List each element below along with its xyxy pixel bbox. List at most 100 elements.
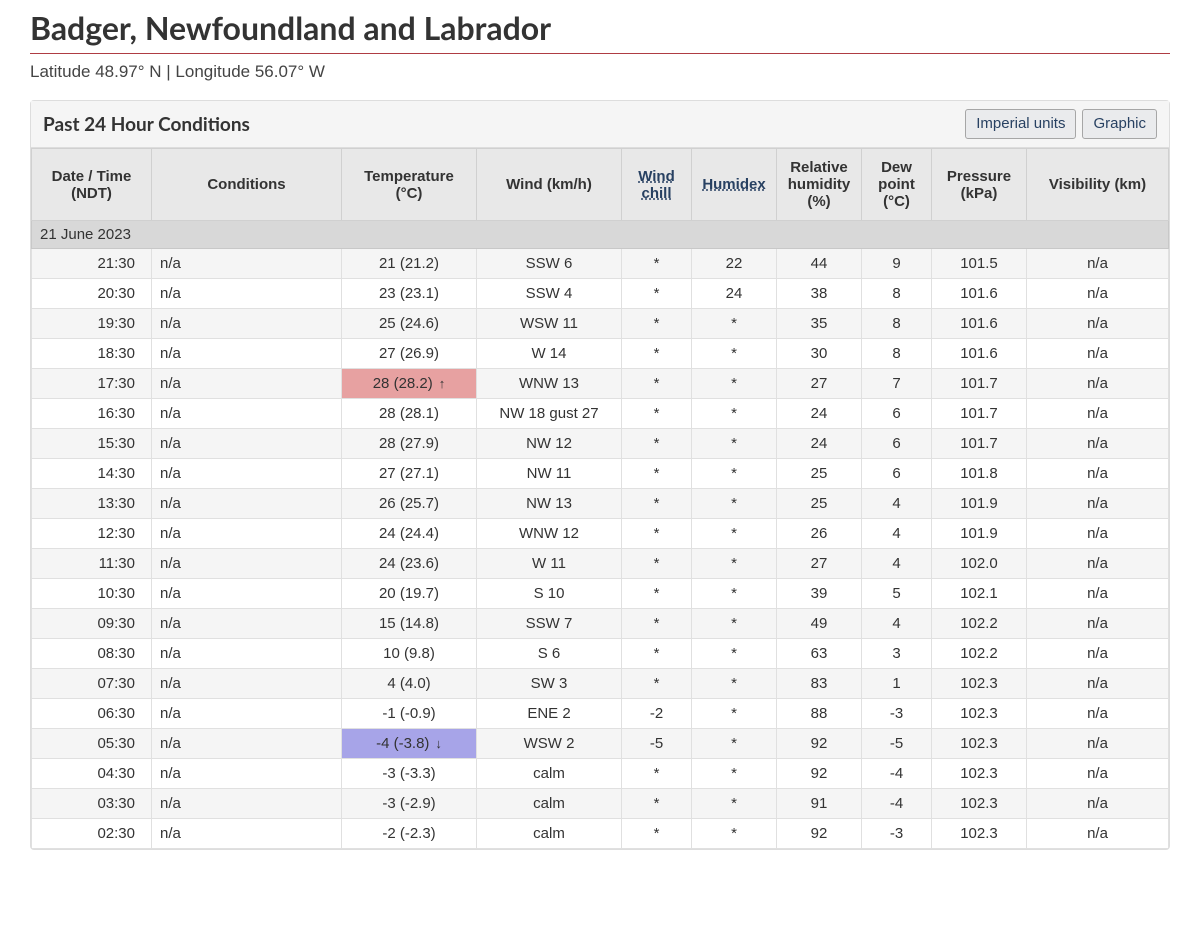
cell-wind: calm xyxy=(477,759,622,789)
cell-pressure: 102.2 xyxy=(932,609,1027,639)
cell-visibility: n/a xyxy=(1027,279,1169,309)
table-row: 17:30n/a28 (28.2)↑WNW 13**277101.7n/a xyxy=(32,369,1169,399)
cell-wind: NW 18 gust 27 xyxy=(477,399,622,429)
col-datetime: Date / Time (NDT) xyxy=(32,149,152,221)
cell-pressure: 101.5 xyxy=(932,249,1027,279)
cell-time: 17:30 xyxy=(32,369,152,399)
panel-buttons: Imperial units Graphic xyxy=(965,109,1157,139)
cell-wind: NW 12 xyxy=(477,429,622,459)
cell-conditions: n/a xyxy=(152,339,342,369)
cell-time: 15:30 xyxy=(32,429,152,459)
cell-wind: W 14 xyxy=(477,339,622,369)
table-row: 08:30n/a10 (9.8)S 6**633102.2n/a xyxy=(32,639,1169,669)
cell-wind: WNW 13 xyxy=(477,369,622,399)
cell-windchill: * xyxy=(622,639,692,669)
cell-windchill: * xyxy=(622,789,692,819)
cell-conditions: n/a xyxy=(152,459,342,489)
cell-relhum: 44 xyxy=(777,249,862,279)
cell-dewpoint: 9 xyxy=(862,249,932,279)
table-row: 21:30n/a21 (21.2)SSW 6*22449101.5n/a xyxy=(32,249,1169,279)
table-row: 09:30n/a15 (14.8)SSW 7**494102.2n/a xyxy=(32,609,1169,639)
table-row: 06:30n/a-1 (-0.9)ENE 2-2*88-3102.3n/a xyxy=(32,699,1169,729)
cell-visibility: n/a xyxy=(1027,369,1169,399)
cell-visibility: n/a xyxy=(1027,429,1169,459)
cell-pressure: 102.0 xyxy=(932,549,1027,579)
cell-humidex: * xyxy=(692,519,777,549)
cell-humidex: * xyxy=(692,339,777,369)
cell-time: 20:30 xyxy=(32,279,152,309)
cell-visibility: n/a xyxy=(1027,579,1169,609)
cell-pressure: 101.7 xyxy=(932,399,1027,429)
cell-humidex: * xyxy=(692,459,777,489)
cell-temperature: 23 (23.1) xyxy=(342,279,477,309)
cell-humidex: * xyxy=(692,309,777,339)
cell-temperature: 21 (21.2) xyxy=(342,249,477,279)
cell-time: 16:30 xyxy=(32,399,152,429)
col-conditions: Conditions xyxy=(152,149,342,221)
cell-conditions: n/a xyxy=(152,369,342,399)
page-title: Badger, Newfoundland and Labrador xyxy=(30,8,1170,54)
cell-conditions: n/a xyxy=(152,699,342,729)
cell-time: 14:30 xyxy=(32,459,152,489)
cell-wind: SSW 4 xyxy=(477,279,622,309)
cell-relhum: 39 xyxy=(777,579,862,609)
cell-temperature: -2 (-2.3) xyxy=(342,819,477,849)
cell-windchill: * xyxy=(622,339,692,369)
table-row: 20:30n/a23 (23.1)SSW 4*24388101.6n/a xyxy=(32,279,1169,309)
table-header: Date / Time (NDT) Conditions Temperature… xyxy=(32,149,1169,221)
cell-visibility: n/a xyxy=(1027,609,1169,639)
cell-relhum: 27 xyxy=(777,369,862,399)
cell-pressure: 102.3 xyxy=(932,789,1027,819)
cell-dewpoint: 3 xyxy=(862,639,932,669)
cell-visibility: n/a xyxy=(1027,249,1169,279)
cell-conditions: n/a xyxy=(152,819,342,849)
cell-humidex: * xyxy=(692,669,777,699)
arrow-up-icon: ↑ xyxy=(439,376,446,391)
cell-dewpoint: 4 xyxy=(862,519,932,549)
cell-wind: NW 13 xyxy=(477,489,622,519)
table-row: 18:30n/a27 (26.9)W 14**308101.6n/a xyxy=(32,339,1169,369)
cell-visibility: n/a xyxy=(1027,639,1169,669)
cell-humidex: * xyxy=(692,639,777,669)
cell-wind: WNW 12 xyxy=(477,519,622,549)
cell-conditions: n/a xyxy=(152,519,342,549)
cell-windchill: -2 xyxy=(622,699,692,729)
cell-dewpoint: 8 xyxy=(862,279,932,309)
cell-dewpoint: -3 xyxy=(862,819,932,849)
cell-time: 18:30 xyxy=(32,339,152,369)
graphic-button[interactable]: Graphic xyxy=(1082,109,1157,139)
cell-humidex: * xyxy=(692,789,777,819)
table-row: 03:30n/a-3 (-2.9)calm**91-4102.3n/a xyxy=(32,789,1169,819)
table-row: 02:30n/a-2 (-2.3)calm**92-3102.3n/a xyxy=(32,819,1169,849)
table-row: 19:30n/a25 (24.6)WSW 11**358101.6n/a xyxy=(32,309,1169,339)
cell-dewpoint: -4 xyxy=(862,789,932,819)
cell-humidex: * xyxy=(692,399,777,429)
cell-wind: S 10 xyxy=(477,579,622,609)
cell-visibility: n/a xyxy=(1027,789,1169,819)
cell-relhum: 35 xyxy=(777,309,862,339)
cell-visibility: n/a xyxy=(1027,339,1169,369)
imperial-units-button[interactable]: Imperial units xyxy=(965,109,1076,139)
cell-time: 03:30 xyxy=(32,789,152,819)
windchill-link[interactable]: Wind chill xyxy=(638,168,675,202)
cell-visibility: n/a xyxy=(1027,459,1169,489)
cell-humidex: * xyxy=(692,489,777,519)
panel-title: Past 24 Hour Conditions xyxy=(43,113,250,136)
cell-temperature: 24 (24.4) xyxy=(342,519,477,549)
cell-relhum: 63 xyxy=(777,639,862,669)
cell-windchill: * xyxy=(622,369,692,399)
humidex-link[interactable]: Humidex xyxy=(702,176,765,193)
cell-windchill: * xyxy=(622,459,692,489)
cell-dewpoint: 4 xyxy=(862,489,932,519)
cell-time: 09:30 xyxy=(32,609,152,639)
cell-wind: SW 3 xyxy=(477,669,622,699)
cell-dewpoint: -3 xyxy=(862,699,932,729)
cell-conditions: n/a xyxy=(152,609,342,639)
cell-wind: SSW 6 xyxy=(477,249,622,279)
cell-pressure: 102.3 xyxy=(932,669,1027,699)
cell-visibility: n/a xyxy=(1027,309,1169,339)
cell-humidex: * xyxy=(692,579,777,609)
cell-time: 05:30 xyxy=(32,729,152,759)
cell-relhum: 38 xyxy=(777,279,862,309)
table-row: 07:30n/a4 (4.0)SW 3**831102.3n/a xyxy=(32,669,1169,699)
